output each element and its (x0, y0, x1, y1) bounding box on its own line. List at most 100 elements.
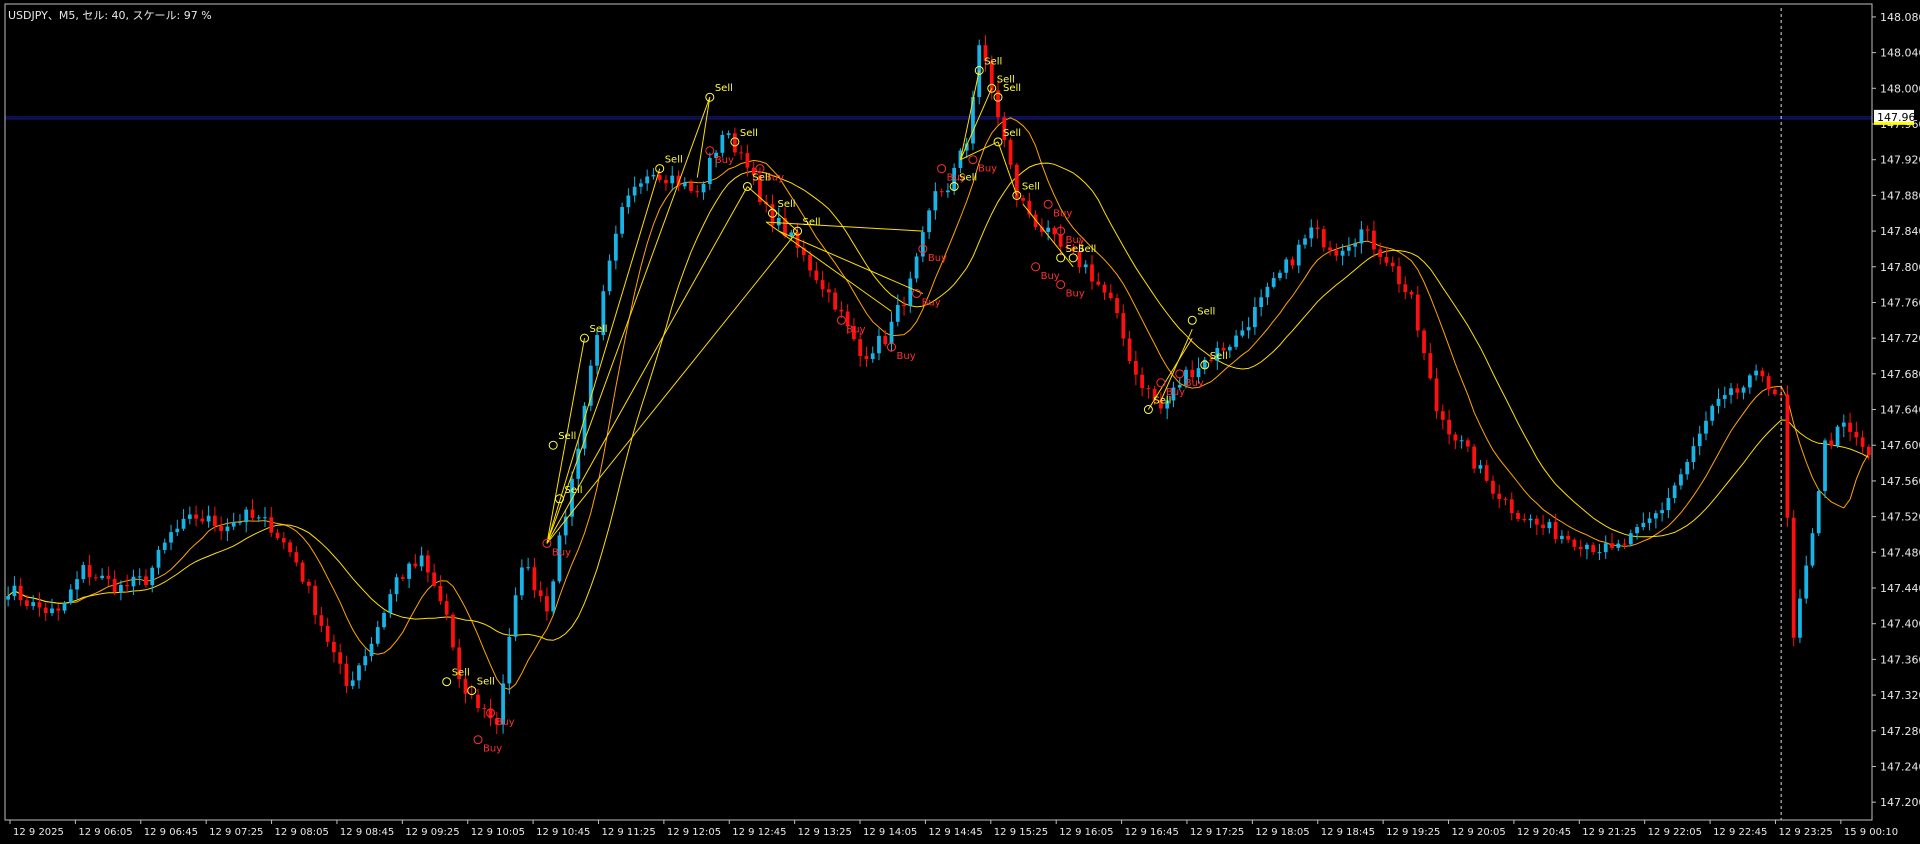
candle-body (1835, 426, 1840, 446)
candle-body (1578, 546, 1583, 550)
signal-label: Sell (740, 128, 758, 139)
candle-body (344, 663, 349, 686)
price-tick-label: 147.840 (1880, 225, 1920, 238)
candle-body (1133, 361, 1138, 375)
signal-label: Sell (590, 324, 608, 335)
candle-body (281, 538, 286, 543)
candle-body (1616, 543, 1621, 548)
candle-body (1553, 522, 1558, 540)
candle-body (263, 517, 267, 519)
price-tick: 148.040 (1872, 47, 1920, 60)
price-tick-label: 147.720 (1880, 332, 1920, 345)
candle-body (820, 280, 825, 290)
candle-body (664, 179, 668, 184)
candle-body (407, 563, 411, 579)
price-tick: 148.000 (1872, 82, 1920, 95)
candle-body (1102, 284, 1107, 293)
signal-label: Buy (483, 744, 502, 755)
signal-label: Buy (897, 351, 916, 362)
price-tick-label: 147.920 (1880, 154, 1920, 167)
candle-body (1766, 376, 1771, 390)
signal-label: Sell (752, 172, 770, 183)
candle-body (839, 309, 844, 312)
candle-body (269, 517, 274, 533)
signal-label: Sell (564, 485, 582, 496)
candle-body (432, 572, 437, 586)
candle-body (1090, 264, 1094, 282)
candle-body (388, 594, 393, 613)
candle-body (476, 694, 480, 708)
price-tick-label: 147.280 (1880, 725, 1920, 738)
candle-body (1716, 398, 1721, 406)
price-tick-label: 147.240 (1880, 760, 1920, 773)
candle-body (288, 542, 292, 553)
candle-body (482, 707, 487, 709)
time-tick-label: 12 9 18:05 (1255, 827, 1309, 838)
candle-body (225, 526, 230, 532)
candle-body (720, 134, 725, 153)
candle-body (1710, 405, 1715, 421)
candle-body (250, 509, 255, 518)
candle-body (43, 607, 48, 614)
candle-body (1334, 250, 1339, 256)
candle-body (1747, 375, 1752, 388)
current-price-marker: 147.968 (1874, 109, 1920, 125)
candle-body (1353, 243, 1358, 247)
candle-body (93, 577, 98, 579)
candle-body (1365, 229, 1370, 231)
candle-body (1340, 250, 1345, 256)
candle-body (1397, 266, 1401, 285)
price-tick-label: 147.480 (1880, 546, 1920, 559)
candle-body (162, 542, 167, 550)
candle-body (1804, 565, 1809, 599)
candle-body (375, 627, 380, 644)
candle-body (701, 183, 706, 193)
candle-body (1666, 498, 1671, 511)
candle (914, 252, 919, 283)
candle-body (557, 535, 562, 582)
candle-body (595, 335, 599, 366)
price-axis[interactable]: 148.080148.040148.000147.960147.920147.8… (1872, 11, 1920, 809)
signal-label: Sell (1078, 244, 1096, 255)
candle-body (100, 575, 104, 579)
candle-body (1785, 394, 1790, 518)
candle-body (1691, 446, 1696, 462)
candle (513, 587, 518, 642)
candle-body (651, 174, 656, 177)
candle-body (313, 585, 318, 616)
candle-body (902, 305, 906, 307)
candle-body (1866, 446, 1871, 456)
candle-body (1741, 387, 1746, 393)
signal-label: Sell (452, 668, 470, 679)
candle-body (613, 233, 618, 261)
time-tick-label: 12 9 2025 (13, 827, 64, 838)
candle-body (1647, 518, 1652, 523)
candle-body (1422, 330, 1426, 354)
candle-body (1428, 353, 1433, 379)
candle-body (31, 602, 36, 607)
candle-body (1848, 422, 1852, 432)
candle-body (87, 565, 92, 578)
price-chart[interactable]: SellSellBuyBuyBuySellSellSellSellSellBuy… (0, 0, 1920, 844)
candle-body (519, 567, 524, 596)
candle-body (1328, 247, 1332, 251)
candle-body (256, 517, 261, 519)
candle-body (776, 217, 781, 226)
candle-body (1459, 440, 1464, 442)
candle-body (689, 182, 693, 192)
chart-title: USDJPY、M5, セル: 40, スケール: 97 % (8, 9, 212, 22)
signal-label: Buy (496, 717, 515, 728)
candle-body (68, 589, 73, 603)
candle-body (275, 532, 280, 539)
current-price-label: 147.968 (1877, 111, 1920, 124)
candle-body (81, 565, 86, 580)
candle-body (12, 585, 17, 597)
candle-body (131, 576, 136, 587)
time-tick-label: 12 9 22:45 (1713, 827, 1767, 838)
candle-body (895, 305, 900, 322)
candle-body (1841, 422, 1846, 427)
candle-body (971, 97, 975, 144)
candle-body (1729, 388, 1733, 396)
candle (1810, 528, 1815, 568)
candle-body (1798, 598, 1802, 638)
